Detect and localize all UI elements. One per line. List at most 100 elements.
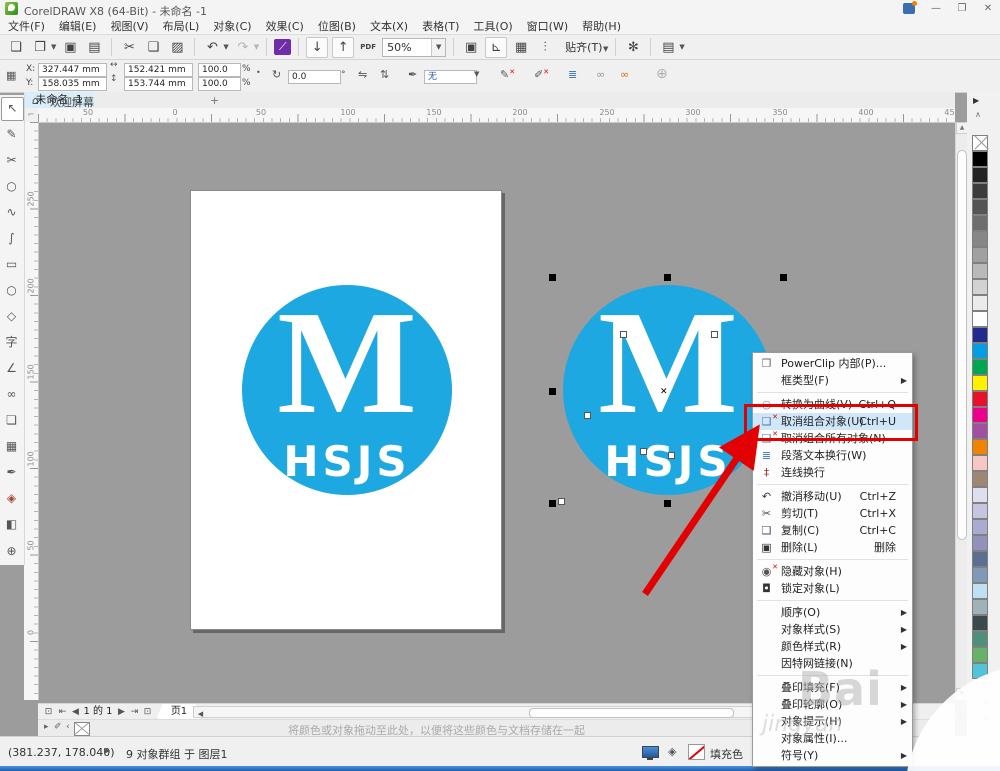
context-menu-item[interactable]: ❐ PowerClip 内部(P)... (753, 355, 912, 372)
shape-tool[interactable]: ✎ (1, 123, 22, 145)
color-swatch[interactable] (972, 311, 988, 327)
show-rulers-icon[interactable]: ⊾ (485, 36, 508, 58)
no-color-swatch[interactable] (972, 135, 988, 151)
snap-to-menu[interactable]: 贴齐(T) ▼ (565, 39, 608, 55)
fullscreen-preview-icon[interactable]: ▣ (461, 38, 481, 57)
y-position-field[interactable]: 158.035 mm (38, 77, 107, 91)
ruler-origin-button[interactable]: ⌐ (24, 108, 39, 123)
show-guidelines-icon[interactable]: ⫶ (535, 38, 555, 57)
scale-h-field[interactable]: 100.0 (198, 63, 241, 77)
horizontal-scrollbar-thumb[interactable] (529, 708, 734, 718)
unlink-icon[interactable]: ∞ (620, 68, 629, 81)
export-icon[interactable]: ↑ (332, 36, 355, 58)
context-menu-item[interactable]: ◉隐藏对象(H) (753, 561, 912, 580)
document-palette-no-color-swatch[interactable] (74, 722, 90, 736)
logo-original[interactable]: M HSJS (242, 285, 452, 495)
rectangle-tool[interactable]: ▭ (1, 253, 22, 275)
text-tool[interactable]: 字 (1, 331, 22, 353)
copy-icon[interactable]: ❑ (143, 38, 163, 57)
color-swatch[interactable] (972, 631, 988, 647)
smart-fill-tool[interactable]: ◧ (1, 513, 22, 535)
context-menu-item[interactable]: ✂ 剪切(T) Ctrl+X (753, 505, 912, 522)
object-node[interactable] (620, 331, 627, 338)
selection-center-mark[interactable]: ✕ (660, 387, 668, 397)
zoom-level-combo[interactable]: 50% ▼ (382, 37, 447, 57)
selection-handle[interactable] (664, 500, 671, 507)
object-node[interactable] (558, 498, 565, 505)
pick-tool[interactable]: ↖ (1, 97, 24, 121)
mirror-horizontal-icon[interactable]: ⇋ (358, 68, 367, 81)
horizontal-scrollbar[interactable]: ◀ ▶ (193, 706, 785, 718)
outline-dropdown-icon[interactable]: ▼ (474, 70, 479, 78)
quick-customize-icon[interactable]: ⊕ (656, 66, 668, 82)
contour-tool[interactable]: ❏ (1, 409, 22, 431)
open-dropdown-icon[interactable]: ▼ (51, 43, 56, 51)
color-swatch[interactable] (972, 375, 988, 391)
add-page-start-icon[interactable]: ⊡ (42, 705, 55, 719)
color-swatch[interactable] (972, 455, 988, 471)
horizontal-ruler[interactable]: 50 0 50 100 150 200 250 300 350 400 450 (38, 108, 955, 123)
color-swatch[interactable] (972, 391, 988, 407)
vertical-scrollbar-thumb[interactable] (957, 150, 967, 540)
undo-icon[interactable]: ↶ (202, 38, 222, 57)
import-icon[interactable]: ↓ (306, 36, 329, 58)
zoom-tool[interactable]: ○ (1, 175, 22, 197)
new-tab-button[interactable]: + (210, 94, 219, 107)
color-swatch[interactable] (972, 295, 988, 311)
context-menu-item[interactable]: 对象样式(S) ▶ (753, 621, 912, 638)
menu-item-10[interactable]: 工具(O) (473, 18, 512, 34)
polygon-tool[interactable]: ◇ (1, 305, 22, 327)
selection-handle[interactable] (549, 500, 556, 507)
document-palette-flyout-icon[interactable]: ▸ (44, 722, 49, 732)
last-page-icon[interactable]: ⇥ (128, 705, 141, 719)
menu-item-8[interactable]: 文本(X) (370, 18, 408, 34)
next-page-icon[interactable]: ▶ (115, 705, 128, 719)
context-menu-item[interactable]: 颜色样式(R) ▶ (753, 638, 912, 655)
add-page-end-icon[interactable]: ⊡ (141, 705, 154, 719)
context-menu-item[interactable]: 框类型(F) ▶ (753, 372, 912, 389)
bezier-tool[interactable]: ∫ (1, 227, 22, 249)
application-launcher-icon[interactable]: ▤ (658, 38, 678, 57)
menu-item-6[interactable]: 效果(C) (266, 18, 304, 34)
dimension-tool[interactable]: ∠ (1, 357, 22, 379)
menu-item-2[interactable]: 编辑(E) (59, 18, 97, 34)
show-grid-icon[interactable]: ▦ (511, 38, 531, 57)
color-swatch[interactable] (972, 343, 988, 359)
save-icon[interactable]: ▣ (60, 38, 80, 57)
add-tools-button[interactable]: ⊕ (1, 540, 22, 562)
outline-width-combo[interactable]: 无 (424, 70, 477, 84)
first-page-icon[interactable]: ⇤ (56, 705, 69, 719)
launcher-dropdown-icon[interactable]: ▼ (679, 43, 684, 51)
selection-handle[interactable] (549, 388, 556, 395)
wrap-text-icon[interactable]: ≣ (568, 68, 577, 81)
scale-v-field[interactable]: 100.0 (198, 77, 241, 91)
color-swatch[interactable] (972, 487, 988, 503)
color-swatch[interactable] (972, 167, 988, 183)
context-menu-item[interactable]: ◘ 锁定对象(L) (753, 580, 912, 597)
color-swatch[interactable] (972, 471, 988, 487)
context-menu-item[interactable]: ❑ 复制(C) Ctrl+C (753, 522, 912, 539)
link-icon[interactable]: ∞ (596, 68, 605, 81)
publish-pdf-icon[interactable]: PDF (358, 38, 378, 57)
interactive-fill-tool[interactable]: ◈ (1, 487, 22, 509)
vertical-ruler[interactable]: 250 200 150 100 50 0 (24, 122, 39, 700)
eyedropper-tool[interactable]: ✒ (1, 461, 22, 483)
color-swatch[interactable] (972, 583, 988, 599)
remove-nodes-icon[interactable]: ✎✕ (500, 68, 515, 81)
color-swatch[interactable] (972, 183, 988, 199)
selection-handle[interactable] (549, 274, 556, 281)
color-swatch[interactable] (972, 247, 988, 263)
color-swatch[interactable] (972, 327, 988, 343)
object-node[interactable] (668, 452, 675, 459)
object-node[interactable] (584, 412, 591, 419)
print-icon[interactable]: ▤ (84, 38, 104, 57)
home-icon[interactable]: ⌂ (32, 94, 39, 107)
status-flyout-icon[interactable]: ▶ (104, 746, 110, 755)
close-button[interactable]: ✕ (978, 2, 998, 16)
context-menu-item[interactable]: ≣ 段落文本换行(W) (753, 447, 912, 464)
document-palette-eyedropper-icon[interactable]: ✐ (54, 722, 62, 732)
menu-item-5[interactable]: 对象(C) (213, 18, 251, 34)
undo-dropdown-icon[interactable]: ▼ (223, 43, 228, 51)
selection-handle[interactable] (780, 274, 787, 281)
x-position-field[interactable]: 327.447 mm (38, 63, 107, 77)
